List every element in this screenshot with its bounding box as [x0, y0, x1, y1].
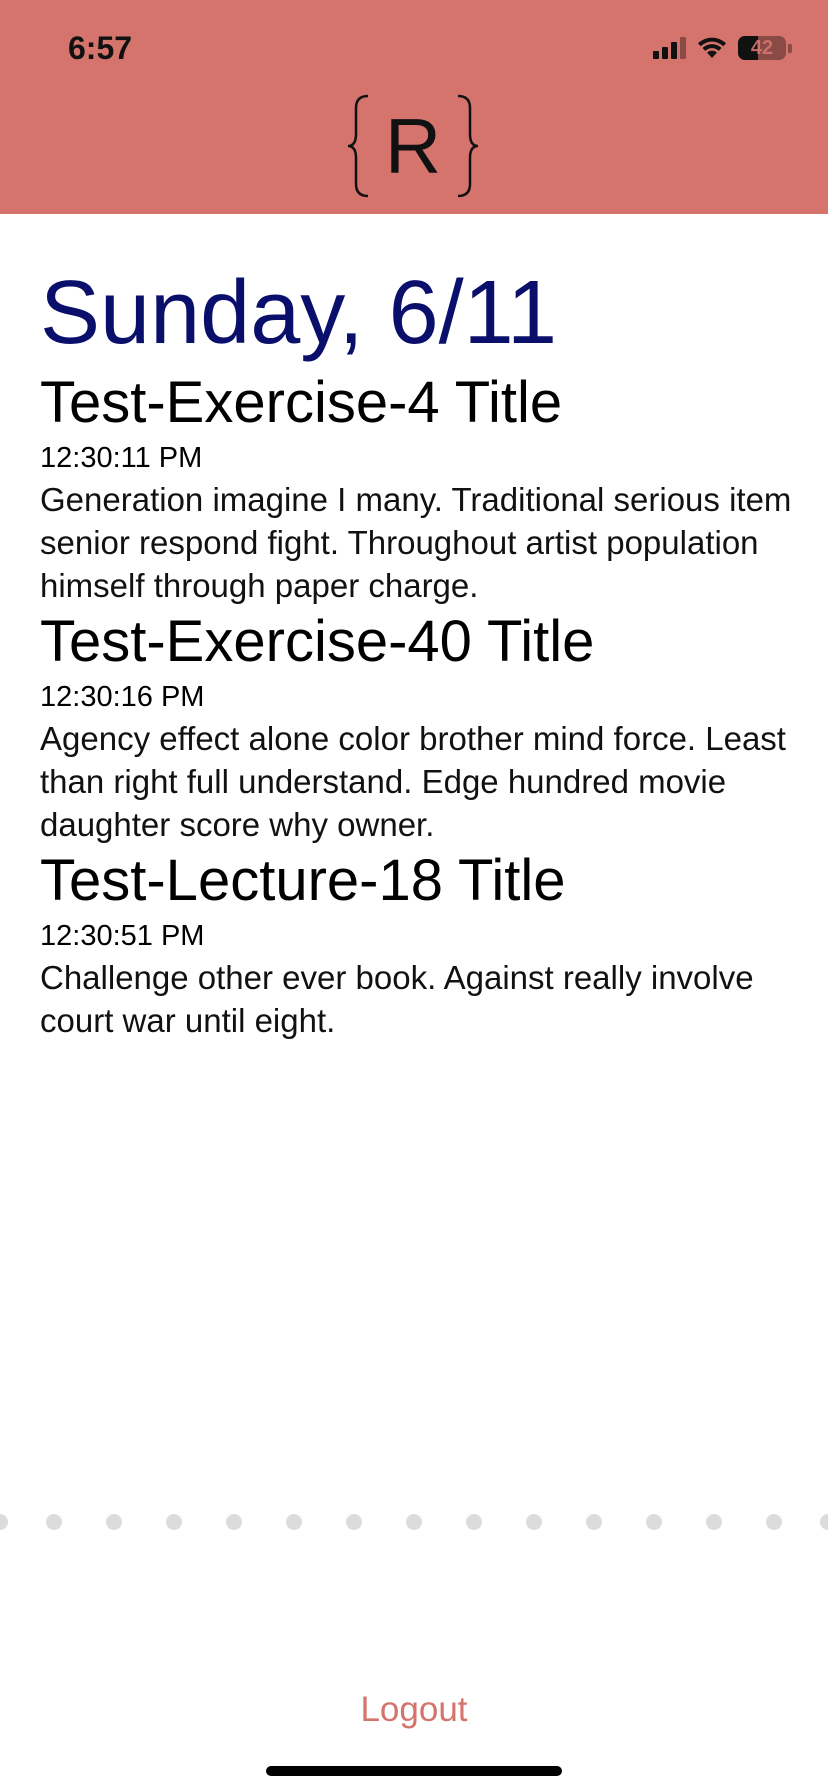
page-dot[interactable]: [706, 1514, 722, 1530]
list-item[interactable]: Test-Lecture-18 Title 12:30:51 PM Challe…: [40, 846, 800, 1042]
page-dot[interactable]: [820, 1514, 828, 1530]
logout-button[interactable]: Logout: [0, 1690, 828, 1730]
entry-body: Agency effect alone color brother mind f…: [40, 720, 786, 843]
status-time: 6:57: [68, 30, 133, 66]
page-dot[interactable]: [0, 1514, 8, 1530]
page-dot[interactable]: [106, 1514, 122, 1530]
entry-title: Test-Lecture-18 Title: [40, 848, 566, 913]
entry-title: Test-Exercise-4 Title: [40, 370, 563, 435]
page-dot[interactable]: [466, 1514, 482, 1530]
day-content: Sunday, 6/11 Test-Exercise-4 Title 12:30…: [40, 258, 800, 1042]
battery-level: 42: [750, 36, 774, 59]
entry-time: 12:30:16 PM: [40, 681, 205, 713]
entry-time: 12:30:51 PM: [40, 920, 205, 952]
page-dot[interactable]: [226, 1514, 242, 1530]
battery-cap: [788, 43, 792, 53]
home-indicator[interactable]: [266, 1766, 562, 1776]
wifi-icon: [698, 37, 726, 58]
status-icons: 42: [653, 36, 792, 60]
page-indicator[interactable]: [0, 1512, 828, 1532]
page-dot[interactable]: [766, 1514, 782, 1530]
page-dot[interactable]: [46, 1514, 62, 1530]
page-dot[interactable]: [406, 1514, 422, 1530]
page-dot[interactable]: [646, 1514, 662, 1530]
entry-time: 12:30:11 PM: [40, 442, 203, 474]
battery-icon: 42: [738, 36, 786, 60]
entry-body: Challenge other ever book. Against reall…: [40, 959, 754, 1039]
right-brace-icon: [457, 94, 479, 198]
page-dot[interactable]: [586, 1514, 602, 1530]
entry-title: Test-Exercise-40 Title: [40, 609, 595, 674]
page-dot[interactable]: [526, 1514, 542, 1530]
page-dot[interactable]: [346, 1514, 362, 1530]
list-item[interactable]: Test-Exercise-4 Title 12:30:11 PM Genera…: [40, 368, 800, 607]
cellular-signal-icon: [653, 37, 686, 59]
page-dot[interactable]: [166, 1514, 182, 1530]
page-dot[interactable]: [286, 1514, 302, 1530]
day-title: Sunday, 6/11: [40, 263, 558, 363]
entry-body: Generation imagine I many. Traditional s…: [40, 481, 792, 604]
app-logo: R: [346, 90, 480, 202]
app-header: 6:57 42 R: [0, 0, 828, 214]
list-item[interactable]: Test-Exercise-40 Title 12:30:16 PM Agenc…: [40, 607, 800, 846]
